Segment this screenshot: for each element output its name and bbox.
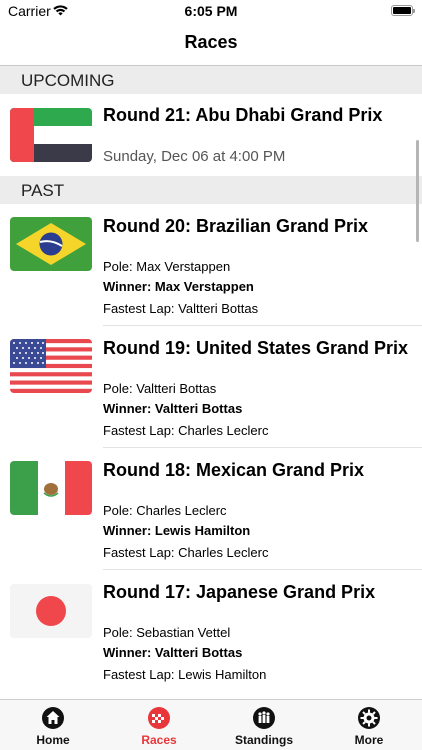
standings-icon: [253, 707, 275, 729]
tab-label: Races: [141, 733, 177, 747]
tab-home[interactable]: Home: [13, 706, 93, 747]
clock: 6:05 PM: [184, 3, 238, 19]
tab-label: More: [354, 733, 384, 747]
japan-flag-icon: [10, 584, 92, 638]
tab-label: Home: [36, 733, 70, 747]
tab-more[interactable]: More: [329, 706, 409, 747]
race-title: Round 18: Mexican Grand Prix: [103, 460, 365, 480]
winner-text: Winner: Max Verstappen: [103, 279, 254, 294]
uae-flag-icon: [10, 108, 92, 162]
section-header-upcoming: UPCOMING: [0, 66, 422, 94]
page-title: Races: [184, 32, 238, 52]
scrollbar[interactable]: [416, 140, 419, 242]
section-header-past: PAST: [0, 176, 422, 204]
race-title: Round 21: Abu Dhabi Grand Prix: [103, 105, 383, 125]
pole-text: Pole: Charles Leclerc: [103, 503, 227, 518]
tab-bar: Home Races Standings More: [0, 699, 422, 750]
mexico-flag-icon: [10, 461, 92, 515]
battery-icon: [391, 5, 415, 16]
usa-flag-icon: [10, 339, 92, 393]
tab-label: Standings: [234, 733, 293, 747]
upcoming-race-row[interactable]: Round 21: Abu Dhabi Grand Prix Sunday, D…: [0, 94, 422, 176]
brazil-flag-icon: [10, 217, 92, 271]
pole-text: Pole: Max Verstappen: [103, 259, 231, 274]
checkered-flag-icon: [148, 707, 170, 729]
gear-icon: [358, 707, 380, 729]
tab-standings[interactable]: Standings: [224, 706, 304, 747]
past-race-row[interactable]: Round 19: United States Grand Prix Pole:…: [0, 326, 422, 448]
fastest-lap-text: Fastest Lap: Valtteri Bottas: [103, 301, 259, 316]
race-title: Round 20: Brazilian Grand Prix: [103, 216, 369, 236]
pole-text: Pole: Sebastian Vettel: [103, 625, 231, 640]
home-icon: [42, 707, 64, 729]
winner-text: Winner: Valtteri Bottas: [103, 401, 243, 416]
pole-text: Pole: Valtteri Bottas: [103, 381, 217, 396]
past-race-row[interactable]: Round 17: Japanese Grand Prix Pole: Seba…: [0, 570, 422, 692]
past-race-row[interactable]: Round 18: Mexican Grand Prix Pole: Charl…: [0, 448, 422, 570]
winner-text: Winner: Valtteri Bottas: [103, 645, 243, 660]
winner-text: Winner: Lewis Hamilton: [103, 523, 251, 538]
fastest-lap-text: Fastest Lap: Charles Leclerc: [103, 423, 269, 438]
section-header-label: UPCOMING: [21, 71, 115, 90]
past-race-row[interactable]: Round 20: Brazilian Grand Prix Pole: Max…: [0, 204, 422, 326]
race-title: Round 19: United States Grand Prix: [103, 338, 409, 358]
race-title: Round 17: Japanese Grand Prix: [103, 582, 376, 602]
tab-races[interactable]: Races: [119, 706, 199, 747]
status-bar: Carrier 6:05 PM: [0, 0, 422, 24]
fastest-lap-text: Fastest Lap: Lewis Hamilton: [103, 667, 267, 682]
race-date: Sunday, Dec 06 at 4:00 PM: [103, 148, 286, 165]
section-header-label: PAST: [21, 181, 65, 200]
fastest-lap-text: Fastest Lap: Charles Leclerc: [103, 545, 269, 560]
